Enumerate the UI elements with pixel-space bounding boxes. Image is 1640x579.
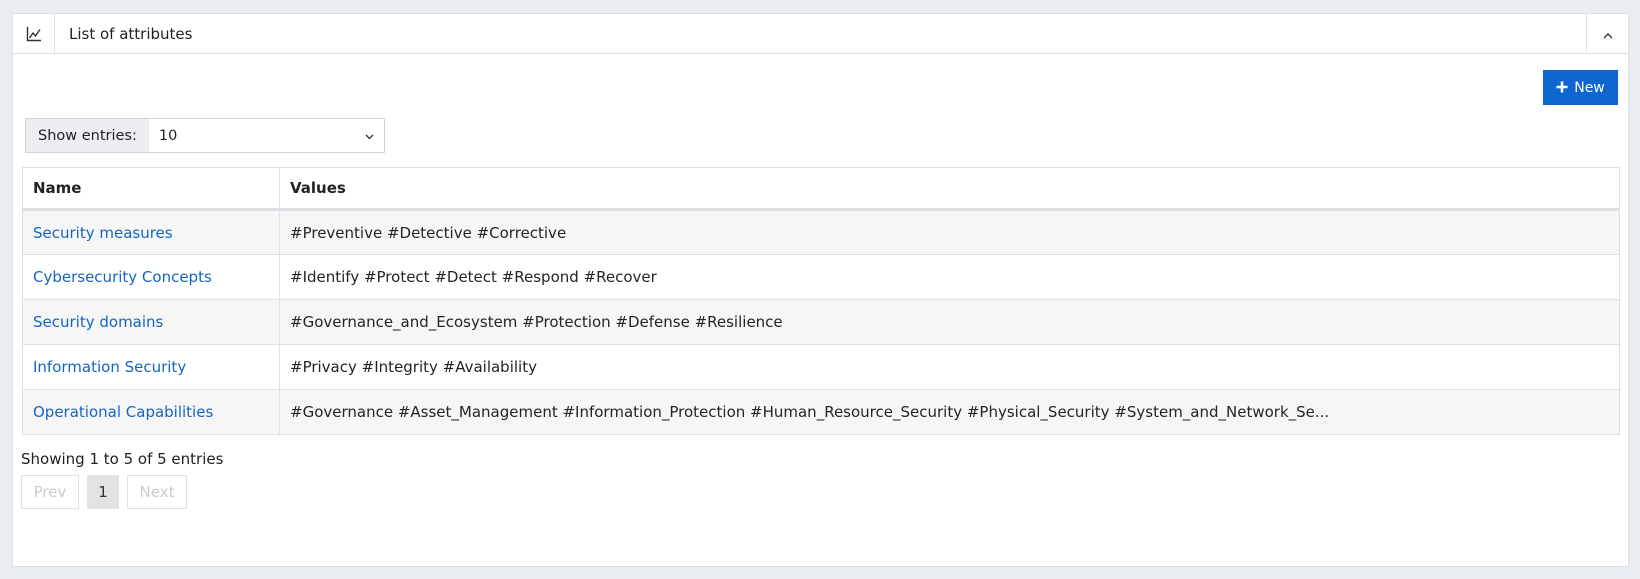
values-cell: #Governance #Asset_Management #Informati…	[279, 389, 1620, 435]
name-cell: Operational Capabilities	[22, 389, 280, 435]
name-cell: Cybersecurity Concepts	[22, 254, 280, 300]
table-row: Operational Capabilities #Governance #As…	[22, 389, 1620, 435]
attribute-link[interactable]: Cybersecurity Concepts	[33, 268, 212, 286]
entries-select-value: 10	[158, 127, 178, 144]
attributes-table: Name Values Security measures #Preventiv…	[22, 167, 1620, 435]
plus-icon	[1556, 79, 1568, 97]
attribute-link[interactable]: Security measures	[33, 224, 173, 242]
collapse-button[interactable]	[1586, 14, 1628, 53]
name-cell: Security domains	[22, 299, 280, 345]
prev-page-button[interactable]: Prev	[21, 475, 79, 509]
new-button-label: New	[1574, 79, 1605, 96]
chevron-down-icon	[365, 128, 374, 144]
panel-title: List of attributes	[69, 24, 193, 43]
values-cell: #Preventive #Detective #Corrective	[279, 209, 1620, 255]
values-cell: #Governance_and_Ecosystem #Protection #D…	[279, 299, 1620, 345]
table-info: Showing 1 to 5 of 5 entries	[21, 450, 224, 468]
pagination: Prev 1 Next	[21, 475, 187, 509]
new-button[interactable]: New	[1543, 70, 1618, 105]
show-entries-label: Show entries:	[26, 119, 149, 152]
show-entries-control: Show entries: 10	[25, 118, 385, 153]
panel-header: List of attributes	[13, 14, 1628, 54]
name-cell: Information Security	[22, 344, 280, 390]
chevron-up-icon	[1603, 24, 1613, 43]
page-1-button[interactable]: 1	[87, 475, 119, 509]
column-header-name[interactable]: Name	[22, 167, 280, 210]
attribute-link[interactable]: Information Security	[33, 358, 186, 376]
attributes-panel: List of attributes New Show entries: 10 …	[12, 13, 1629, 567]
values-cell: #Privacy #Integrity #Availability	[279, 344, 1620, 390]
column-header-values[interactable]: Values	[279, 167, 1620, 210]
next-page-button[interactable]: Next	[127, 475, 187, 509]
table-row: Security domains #Governance_and_Ecosyst…	[22, 299, 1620, 345]
name-cell: Security measures	[22, 209, 280, 255]
table-row: Security measures #Preventive #Detective…	[22, 209, 1620, 255]
table-header-row: Name Values	[22, 167, 1620, 210]
table-row: Information Security #Privacy #Integrity…	[22, 344, 1620, 390]
entries-select[interactable]: 10	[148, 119, 384, 152]
attribute-link[interactable]: Security domains	[33, 313, 163, 331]
table-row: Cybersecurity Concepts #Identify #Protec…	[22, 254, 1620, 300]
attribute-link[interactable]: Operational Capabilities	[33, 403, 213, 421]
values-cell: #Identify #Protect #Detect #Respond #Rec…	[279, 254, 1620, 300]
chart-line-icon	[13, 14, 55, 53]
